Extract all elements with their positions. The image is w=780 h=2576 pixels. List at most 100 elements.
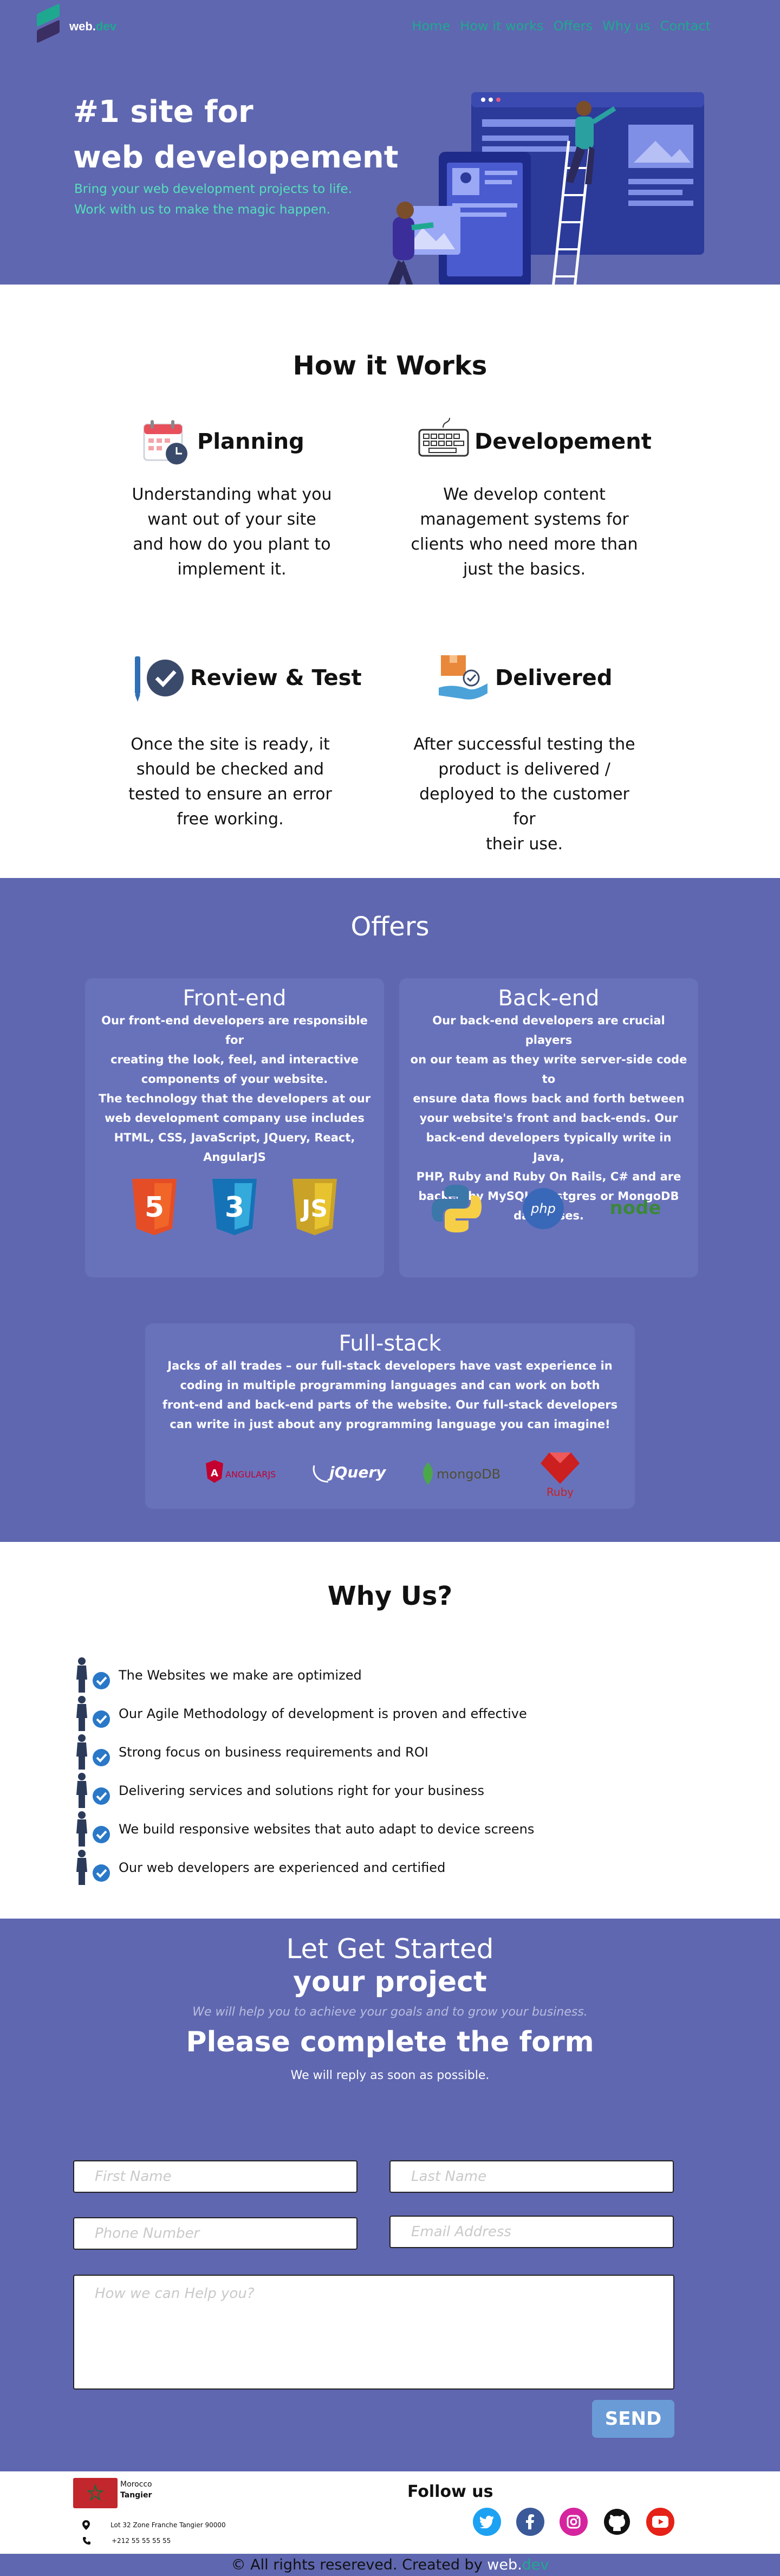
first-name-field[interactable] (73, 2160, 358, 2193)
step-title: Review & Test (190, 666, 362, 690)
instagram-icon[interactable] (560, 2508, 588, 2536)
footer-city: Tangier (120, 2491, 152, 2500)
backend-title: Back-end (498, 986, 600, 1011)
svg-text:JS: JS (300, 1195, 328, 1223)
svg-text:3: 3 (225, 1191, 244, 1224)
pen-check-icon (135, 656, 184, 702)
nav-why-us[interactable]: Why us (602, 18, 651, 34)
nav-how-it-works[interactable]: How it works (460, 18, 543, 34)
list-item: Delivering services and solutions right … (73, 1771, 534, 1810)
keyboard-icon (418, 417, 469, 457)
ruby-icon: Ruby (541, 1452, 580, 1498)
fullstack-logos: A ANGULARJS jQuery mongoDB Ruby (145, 1449, 635, 1498)
step-delivered: Delivered After successful testing the pr… (413, 651, 698, 854)
nav-home[interactable]: Home (412, 18, 450, 34)
javascript-icon: JS (292, 1179, 337, 1235)
svg-text:php: php (530, 1201, 556, 1216)
nav-links: Home How it works Offers Why us Contact (412, 18, 711, 34)
svg-text:5: 5 (145, 1191, 164, 1224)
svg-text:jQuery: jQuery (327, 1463, 387, 1481)
phone-icon (83, 2537, 90, 2545)
frontend-title: Front-end (183, 986, 287, 1011)
backend-card: Back-end Our back-end developers are cru… (399, 978, 698, 1277)
fullstack-title: Full-stack (339, 1331, 441, 1356)
social-links (473, 2508, 674, 2536)
why-us-title: Why Us? (327, 1581, 453, 1611)
contact-tagline: We will help you to achieve your goals a… (192, 2005, 588, 2019)
footer-phone: +212 55 55 55 55 (82, 2536, 171, 2545)
person-check-icon (76, 1811, 110, 1847)
brand-logo[interactable]: web.dev (34, 3, 116, 43)
step-developement: Developement We develop content managemen… (411, 415, 677, 579)
nav-offers[interactable]: Offers (554, 18, 593, 34)
list-item: Strong focus on business requirements an… (73, 1733, 534, 1771)
svg-text:mongoDB: mongoDB (437, 1467, 500, 1482)
step-title: Developement (474, 429, 652, 454)
step-description: We develop content management systems for… (411, 485, 638, 579)
person-check-icon (76, 1695, 110, 1731)
step-description: Once the site is ready, it should be chec… (128, 735, 332, 829)
person-check-icon (76, 1772, 110, 1808)
morocco-flag-icon (73, 2478, 118, 2508)
message-field[interactable] (73, 2275, 674, 2390)
contact-heading-2: your project (293, 1966, 487, 1998)
python-icon (432, 1185, 482, 1232)
step-planning: Planning Understanding what you want out … (132, 415, 400, 579)
person-check-icon (76, 1734, 110, 1770)
svg-text:A: A (211, 1468, 218, 1479)
contact-heading-1: Let Get Started (286, 1933, 494, 1965)
person-check-icon (76, 1657, 110, 1693)
frontend-card: Front-end Our front-end developers are r… (85, 978, 384, 1277)
hero-section: web.dev Home How it works Offers Why us … (0, 0, 780, 285)
frontend-logos: 5 3 JS (85, 1179, 384, 1235)
how-it-works-title: How it Works (292, 351, 487, 381)
list-item: Our Agile Methodology of development is … (73, 1694, 534, 1733)
why-us-section: Why Us? The Websites we make are optimiz… (0, 1542, 780, 1919)
package-hand-icon (439, 655, 487, 700)
footer: Morocco Tangier Lot 32 Zone Franche Tang… (0, 2471, 780, 2576)
offers-section: Offers Front-end Our front-end developer… (0, 878, 780, 1542)
fullstack-description: Jacks of all trades – our full-stack dev… (162, 1359, 618, 1431)
location-pin-icon (82, 2520, 90, 2530)
list-item: The Websites we make are optimized (73, 1656, 534, 1694)
person-check-icon (76, 1849, 110, 1885)
frontend-description: Our front-end developers are responsible… (98, 1014, 371, 1164)
mongodb-icon: mongoDB (423, 1462, 500, 1485)
follow-us-label: Follow us (407, 2482, 493, 2501)
svg-text:node: node (610, 1197, 661, 1219)
step-review-test: Review & Test Once the site is ready, it… (128, 651, 393, 829)
calendar-clock-icon (143, 420, 187, 464)
svg-text:Ruby: Ruby (547, 1486, 574, 1498)
last-name-field[interactable] (389, 2160, 674, 2193)
brand-name: web.dev (69, 20, 116, 33)
hero-illustration (388, 92, 704, 285)
nav-contact[interactable]: Contact (660, 18, 711, 34)
step-description: Understanding what you want out of your s… (132, 485, 332, 579)
email-field[interactable] (389, 2216, 674, 2248)
jquery-icon: jQuery (313, 1463, 387, 1483)
list-item: Our web developers are experienced and c… (73, 1848, 534, 1887)
footer-country: Morocco (120, 2480, 152, 2489)
hero-subtitle: Bring your web development projects to l… (74, 182, 352, 217)
twitter-icon[interactable] (473, 2508, 501, 2536)
send-button[interactable]: SEND (592, 2400, 674, 2438)
step-title: Planning (197, 429, 304, 454)
copyright-bar: © All rights resereved. Created by web.d… (0, 2554, 780, 2576)
logo-icon (34, 3, 66, 43)
offers-title: Offers (350, 912, 430, 942)
github-icon[interactable] (603, 2508, 631, 2536)
backend-logos: php node (399, 1182, 698, 1236)
step-description: After successful testing the product is d… (413, 735, 635, 854)
list-item: We build responsive websites that auto a… (73, 1810, 534, 1848)
step-title: Delivered (495, 666, 613, 690)
youtube-icon[interactable] (646, 2508, 674, 2536)
html5-icon: 5 (132, 1179, 177, 1235)
nodejs-icon: node (610, 1197, 661, 1219)
form-subheading: We will reply as soon as possible. (290, 2069, 490, 2082)
form-heading: Please complete the form (186, 2026, 594, 2058)
phone-field[interactable] (73, 2217, 358, 2250)
facebook-icon[interactable] (516, 2508, 544, 2536)
fullstack-card: Full-stack Jacks of all trades – our ful… (145, 1323, 635, 1509)
contact-section: Let Get Started your project We will hel… (0, 1919, 780, 2471)
why-us-list: The Websites we make are optimized Our A… (73, 1656, 534, 1887)
